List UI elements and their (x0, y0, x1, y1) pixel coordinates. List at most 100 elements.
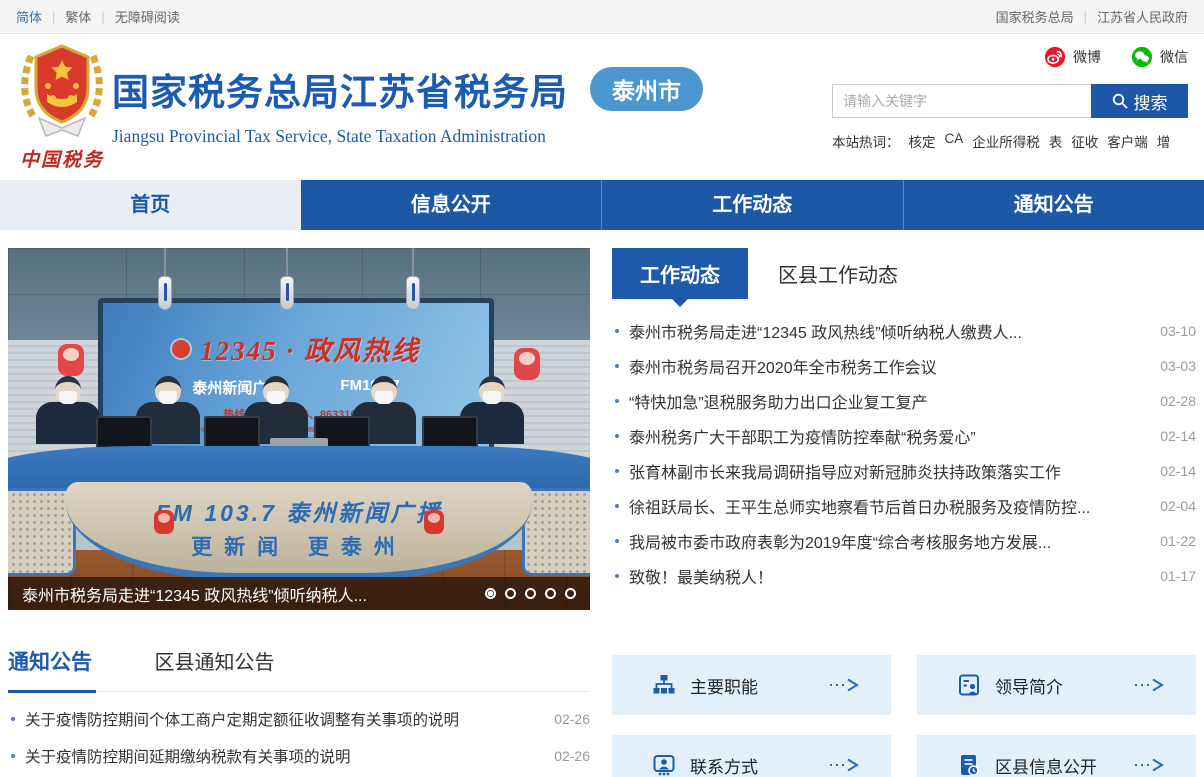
quicklink-leader-profiles[interactable]: 领导简介 (917, 655, 1196, 715)
quicklink-district-info-disclosure[interactable]: 区县信息公开 (917, 735, 1196, 777)
lang-traditional-link[interactable]: 繁体 (65, 7, 91, 26)
wechat-link[interactable]: 微信 (1131, 46, 1188, 68)
list-item[interactable]: 泰州税务广大干部职工为疫情防控奉献“税务爱心” 02-14 (612, 418, 1196, 453)
search-input[interactable] (832, 84, 1091, 118)
carousel-dot[interactable] (525, 588, 536, 599)
hotword-link[interactable]: CA (945, 131, 964, 151)
carousel-dot[interactable] (485, 588, 496, 599)
studio-person (36, 376, 100, 450)
nav-item-home[interactable]: 首页 (0, 180, 301, 230)
leader-card-icon (957, 673, 981, 697)
hanging-mic-icon (406, 276, 420, 310)
china-tax-emblem-icon (17, 42, 107, 138)
carousel-dot[interactable] (505, 588, 516, 599)
city-badge: 泰州市 (590, 67, 703, 111)
list-item[interactable]: 张育林副市长来我局调研指导应对新冠肺炎扶持政策落实工作 02-14 (612, 453, 1196, 488)
dashed-arrow-icon (1134, 758, 1164, 772)
left-column: 12345 · 政风热线 泰州新闻广播 FM103.7 热线电话：12345、8… (8, 248, 590, 777)
list-item[interactable]: 泰州市税务局召开2020年全市税务工作会议 03-03 (612, 348, 1196, 383)
bullet-icon (615, 329, 619, 333)
header-right-tools: 微博 微信 搜索 (832, 46, 1188, 151)
page-title: 国家税务总局江苏省税务局 (112, 62, 568, 116)
notices-tabs: 通知公告 区县通知公告 (8, 646, 590, 692)
studio-desk-side (522, 488, 590, 576)
dashed-arrow-icon (829, 678, 859, 692)
bullet-icon (11, 717, 15, 721)
hanging-mic-icon (280, 276, 294, 310)
hanging-mic-icon (164, 248, 166, 278)
list-item[interactable]: 关于疫情防控期间延期缴纳税款有关事项的说明 02-26 (8, 737, 590, 774)
carousel-dot[interactable] (545, 588, 556, 599)
tab-notices[interactable]: 通知公告 (8, 651, 92, 674)
nav-item-work-news[interactable]: 工作动态 (602, 180, 904, 230)
list-item[interactable]: 我局被市委市政府表彰为2019年度“综合考核服务地方发展... 01-22 (612, 523, 1196, 558)
dashed-arrow-icon (829, 758, 859, 772)
bullet-icon (615, 574, 619, 578)
hotword-link[interactable]: 核定 (909, 131, 936, 151)
carousel-dots (485, 588, 576, 599)
contact-icon (652, 753, 676, 777)
org-chart-icon (652, 673, 676, 697)
accessibility-link[interactable]: 无障碍阅读 (115, 7, 180, 26)
carousel[interactable]: 12345 · 政风热线 泰州新闻广播 FM103.7 热线电话：12345、8… (8, 248, 590, 610)
list-item[interactable]: 关于疫情防控期间个体工商户定期定额征收调整有关事项的说明 02-26 (8, 700, 590, 737)
carousel-caption-bar: 泰州市税务局走进“12345 政风热线”倾听纳税人... (8, 577, 590, 610)
bullet-icon (615, 504, 619, 508)
tab-district-work-news[interactable]: 区县工作动态 (778, 259, 898, 288)
bullet-icon (615, 539, 619, 543)
mascot-sticker (154, 510, 174, 534)
hanging-mic-icon (412, 248, 414, 278)
district-info-icon (957, 753, 981, 777)
search-button[interactable]: 搜索 (1091, 84, 1188, 118)
bullet-icon (615, 434, 619, 438)
divider: | (52, 9, 55, 24)
bullet-icon (615, 469, 619, 473)
nav-item-notices[interactable]: 通知公告 (904, 180, 1204, 230)
nav-item-info-disclosure[interactable]: 信息公开 (301, 180, 603, 230)
logo-caption: 中国税务 (14, 145, 110, 172)
bullet-icon (615, 399, 619, 403)
list-item[interactable]: 致敬！最美纳税人！ 01-17 (612, 558, 1196, 593)
carousel-dot[interactable] (565, 588, 576, 599)
work-news-tabs: 工作动态 区县工作动态 (612, 248, 1196, 299)
active-tab-underline (8, 690, 96, 693)
studio-screen-title: 12345 · 政风热线 (103, 329, 489, 368)
hotword-link[interactable]: 企业所得税 (972, 131, 1040, 151)
quicklink-contact-info[interactable]: 联系方式 (612, 735, 891, 777)
list-item[interactable]: 徐祖跃局长、王平生总师实地察看节后首日办税服务及疫情防控... 02-04 (612, 488, 1196, 523)
lang-simplified-link[interactable]: 简体 (16, 7, 42, 26)
mascot-sticker (58, 344, 84, 376)
desk-slogan-text: 更新闻 更泰州 (191, 531, 407, 561)
site-title-block: 国家税务总局江苏省税务局 泰州市 Jiangsu Provincial Tax … (112, 62, 703, 147)
sta-site-link[interactable]: 国家税务总局 (996, 7, 1074, 26)
notices-list: 关于疫情防控期间个体工商户定期定额征收调整有关事项的说明 02-26 关于疫情防… (8, 700, 590, 774)
hotwords-label: 本站热词： (832, 131, 900, 151)
weibo-label: 微博 (1073, 47, 1101, 67)
hotword-link[interactable]: 征收 (1071, 131, 1098, 151)
hotline-logo-icon (172, 340, 190, 358)
hanging-mic-icon (158, 276, 172, 310)
weibo-link[interactable]: 微博 (1044, 46, 1101, 68)
province-gov-link[interactable]: 江苏省人民政府 (1097, 7, 1188, 26)
list-item[interactable]: 泰州市税务局走进“12345 政风热线”倾听纳税人缴费人... 03-10 (612, 313, 1196, 348)
site-header: 中国税务 国家税务总局江苏省税务局 泰州市 Jiangsu Provincial… (0, 34, 1204, 180)
bullet-icon (11, 754, 15, 758)
mascot-sticker (424, 510, 444, 534)
hotword-link[interactable]: 表 (1049, 131, 1063, 151)
search-icon (1112, 93, 1128, 109)
search-button-label: 搜索 (1134, 89, 1168, 114)
hotword-link[interactable]: 客户端 (1107, 131, 1148, 151)
notices-section: 通知公告 区县通知公告 关于疫情防控期间个体工商户定期定额征收调整有关事项的说明… (8, 646, 590, 774)
divider: | (1084, 9, 1087, 24)
social-links: 微博 微信 (832, 46, 1188, 68)
site-subtitle-english: Jiangsu Provincial Tax Service, State Ta… (112, 126, 703, 147)
hotword-link[interactable]: 增 (1157, 131, 1171, 151)
quicklink-main-functions[interactable]: 主要职能 (612, 655, 891, 715)
dashed-arrow-icon (1134, 678, 1164, 692)
tab-district-notices[interactable]: 区县通知公告 (154, 652, 274, 674)
quick-links: 主要职能 领导简介 (612, 655, 1196, 777)
list-item[interactable]: “特快加急”退税服务助力出口企业复工复产 02-28 (612, 383, 1196, 418)
tax-emblem-logo: 中国税务 (14, 42, 110, 172)
carousel-caption[interactable]: 泰州市税务局走进“12345 政风热线”倾听纳税人... (22, 582, 367, 606)
tab-work-news[interactable]: 工作动态 (612, 248, 748, 299)
